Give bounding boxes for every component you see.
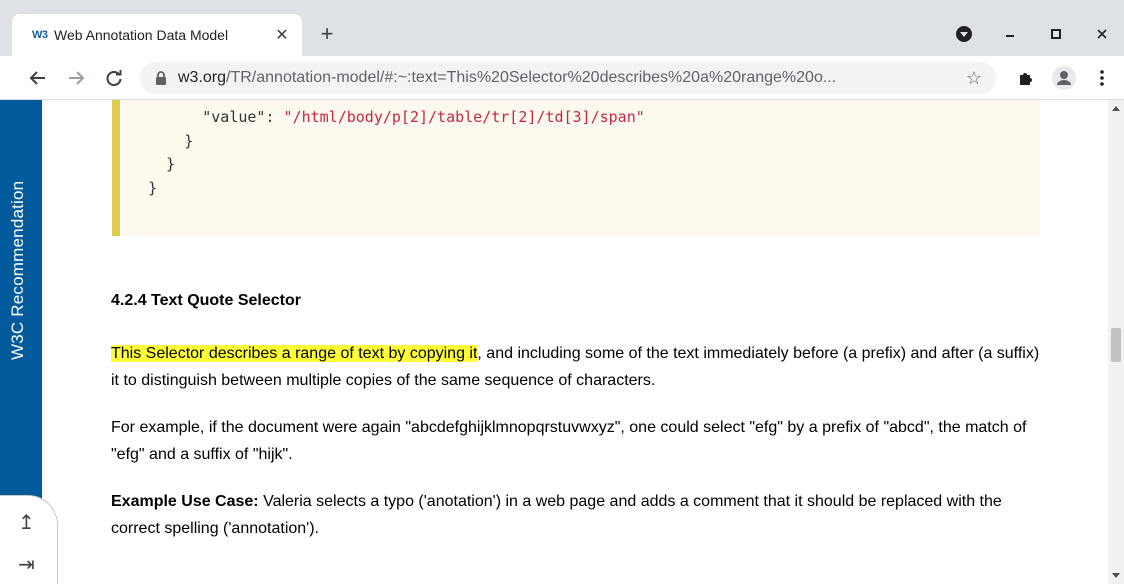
minimize-icon[interactable] bbox=[998, 22, 1022, 46]
scroll-down-icon[interactable] bbox=[1112, 573, 1120, 578]
kebab-menu-icon[interactable] bbox=[1088, 64, 1116, 92]
new-tab-button[interactable]: + bbox=[316, 20, 338, 48]
media-record-icon[interactable] bbox=[952, 22, 976, 46]
arrow-left-icon[interactable] bbox=[24, 64, 52, 92]
star-icon[interactable]: ☆ bbox=[962, 68, 986, 89]
paragraph-example: For example, if the document were again … bbox=[111, 419, 1027, 463]
lock-icon bbox=[156, 71, 166, 85]
tab-close-icon[interactable]: ✕ bbox=[272, 25, 292, 45]
scrollbar-thumb[interactable] bbox=[1111, 328, 1121, 362]
arrow-right-icon[interactable] bbox=[62, 64, 90, 92]
jump-to-top-icon[interactable]: ↥ bbox=[18, 510, 35, 535]
toc-toggle: ↥ ⇥ bbox=[0, 495, 58, 584]
highlighted-text: This Selector describes a range of text … bbox=[111, 345, 478, 362]
page-content: W3C Recommendation ↥ ⇥ "value": "/html/b… bbox=[0, 100, 1124, 584]
avatar-icon[interactable] bbox=[1050, 64, 1078, 92]
browser-toolbar: w3.org/TR/annotation-model/#:~:text=This… bbox=[0, 56, 1124, 100]
tab-title: Web Annotation Data Model bbox=[54, 27, 229, 43]
maximize-icon[interactable] bbox=[1044, 22, 1068, 46]
puzzle-icon[interactable] bbox=[1012, 64, 1040, 92]
code-block: "value": "/html/body/p[2]/table/tr[2]/td… bbox=[148, 108, 645, 197]
close-icon[interactable] bbox=[1090, 22, 1114, 46]
tab-strip: W3 Web Annotation Data Model ✕ + bbox=[0, 0, 1124, 56]
w3c-favicon-icon: W3 bbox=[32, 29, 48, 41]
url-text: w3.org/TR/annotation-model/#:~:text=This… bbox=[178, 69, 837, 86]
toc-expand-icon[interactable]: ⇥ bbox=[18, 552, 35, 577]
banner-label: W3C Recommendation bbox=[8, 180, 27, 360]
paragraph-use-case: Example Use Case: Valeria selects a typo… bbox=[111, 493, 1002, 537]
scroll-up-icon[interactable] bbox=[1112, 106, 1120, 111]
reload-icon[interactable] bbox=[100, 64, 128, 92]
address-bar[interactable]: w3.org/TR/annotation-model/#:~:text=This… bbox=[140, 62, 996, 94]
paragraph-description: This Selector describes a range of text … bbox=[111, 345, 1040, 389]
vertical-scrollbar[interactable] bbox=[1108, 100, 1124, 584]
section-heading: 4.2.4 Text Quote Selector bbox=[111, 292, 301, 309]
browser-tab[interactable]: W3 Web Annotation Data Model ✕ bbox=[12, 14, 302, 56]
